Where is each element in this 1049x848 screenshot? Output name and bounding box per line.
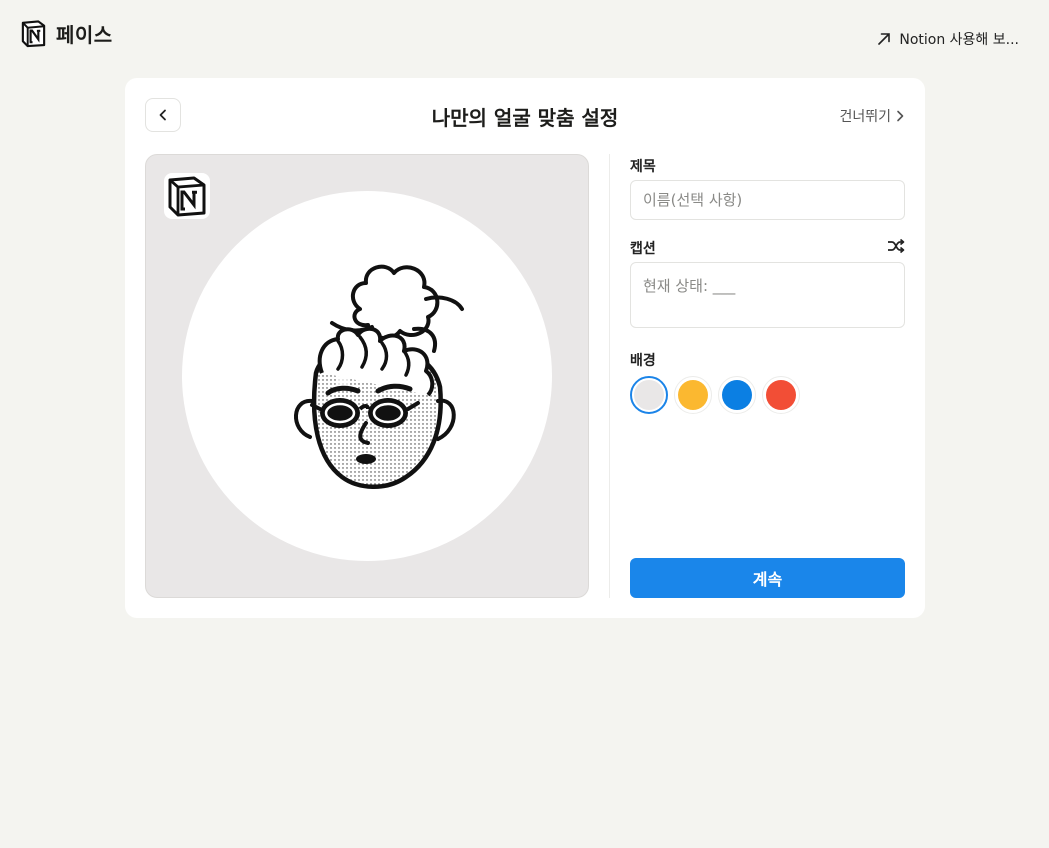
face-customizer-card: 나만의 얼굴 맞춤 설정 건너뛰기 제목 이름(선택 사항) 캡션 현재 상태:… [125, 78, 925, 618]
shuffle-icon[interactable] [887, 238, 905, 254]
title-input[interactable] [630, 180, 905, 220]
background-swatch-blue[interactable] [718, 376, 756, 414]
background-swatch-yellow[interactable] [674, 376, 712, 414]
notion-logo-icon [21, 20, 46, 48]
try-notion-label: Notion 사용해 보... [899, 32, 1019, 48]
brand-title: 페이스 [56, 23, 113, 47]
brand[interactable]: 페이스 [19, 19, 113, 48]
background-label: 배경 [630, 353, 656, 369]
avatar-illustration [294, 264, 464, 489]
title-label: 제목 [630, 159, 656, 175]
skip-label: 건너뛰기 [839, 109, 891, 125]
background-swatch-red[interactable] [762, 376, 800, 414]
divider [609, 154, 610, 598]
continue-button[interactable]: 계속 [630, 558, 905, 598]
avatar-circle [182, 191, 552, 561]
card-title: 나만의 얼굴 맞춤 설정 [431, 106, 619, 130]
caption-label: 캡션 [630, 241, 656, 257]
background-swatch-gray[interactable] [630, 376, 668, 414]
swatch-color [678, 380, 708, 410]
skip-button[interactable]: 건너뛰기 [839, 106, 905, 126]
swatch-color [634, 380, 664, 410]
swatch-color [722, 380, 752, 410]
background-swatches [630, 376, 800, 414]
arrow-up-right-icon [878, 33, 891, 45]
face-preview [145, 154, 589, 598]
top-bar: 페이스 Notion 사용해 보... [0, 0, 1049, 70]
caption-input[interactable] [630, 262, 905, 328]
chevron-right-icon [897, 110, 904, 122]
try-notion-link[interactable]: Notion 사용해 보... [877, 29, 1019, 49]
swatch-color [766, 380, 796, 410]
